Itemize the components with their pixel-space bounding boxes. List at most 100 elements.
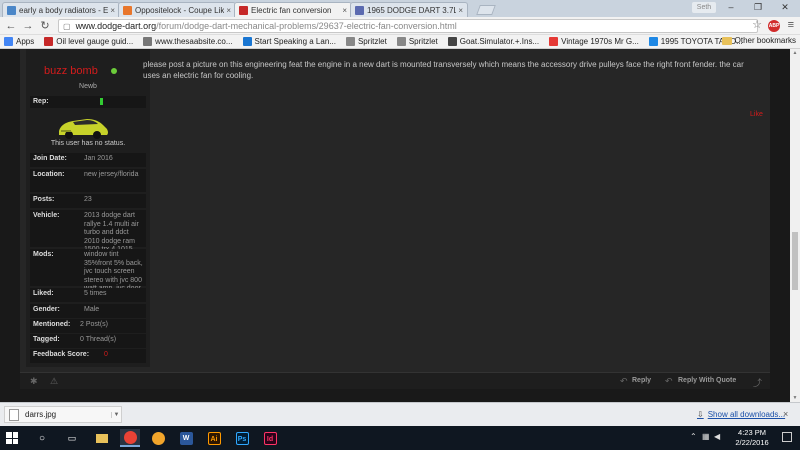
taskbar-clock[interactable]: 4:23 PM 2/22/2016 bbox=[727, 428, 777, 448]
windows-taskbar: ○ ▭ W Ai Ps Id ⌃ ▦ ◀ 4:23 PM 2/22/2016 bbox=[0, 426, 800, 450]
report-icon[interactable]: ⚠ bbox=[50, 376, 58, 387]
new-tab-button[interactable] bbox=[476, 5, 496, 15]
show-all-downloads-link[interactable]: ⇩ Show all downloads... bbox=[697, 410, 785, 419]
bookmark-label: Apps bbox=[16, 37, 35, 46]
forum-page: buzz bomb Newb Rep: This user has no sta… bbox=[0, 49, 790, 402]
close-window-button[interactable]: ✕ bbox=[771, 0, 799, 14]
info-value: 5 times bbox=[84, 290, 107, 297]
taskbar-app-word[interactable]: W bbox=[176, 429, 196, 447]
info-label: Location: bbox=[33, 171, 65, 178]
bookmark-spritzlet-1[interactable]: Spritzlet bbox=[345, 37, 387, 46]
tab-favicon bbox=[239, 5, 248, 15]
scroll-up-icon[interactable]: ▲ bbox=[790, 49, 800, 57]
reputation-label: Rep: bbox=[33, 98, 49, 105]
download-filename: darrs.jpg bbox=[25, 410, 57, 419]
user-avatar[interactable] bbox=[53, 111, 111, 141]
search-icon: ○ bbox=[38, 432, 46, 444]
url-bar[interactable]: ▢ www.dodge-dart.org /forum/dodge-dart-m… bbox=[58, 19, 758, 33]
info-vehicle: Vehicle: 2013 dodge dart rallye 1.4 mult… bbox=[30, 210, 146, 262]
arrow-left-icon: ← bbox=[5, 20, 17, 32]
reply-with-quote-button[interactable]: Reply With Quote bbox=[678, 377, 736, 384]
tab-close-icon[interactable]: × bbox=[226, 6, 231, 15]
post-footer: ✱ ⚠ ↶ Reply ↶ Reply With Quote ⤴ bbox=[20, 372, 770, 389]
reload-icon: ↻ bbox=[40, 20, 50, 32]
bookmark-label: Vintage 1970s Mr G... bbox=[561, 37, 639, 46]
restore-button[interactable]: ❐ bbox=[744, 0, 772, 14]
taskbar-app-photoshop[interactable]: Ps bbox=[232, 429, 252, 447]
info-liked: Liked: 5 times bbox=[30, 288, 146, 302]
adblock-extension-icon[interactable]: ABP bbox=[768, 20, 780, 32]
minimize-button[interactable]: – bbox=[717, 0, 745, 14]
explorer-button[interactable] bbox=[92, 429, 112, 447]
bookmark-goat-simulator[interactable]: Goat.Simulator.+.Ins... bbox=[447, 37, 539, 46]
search-button[interactable]: ○ bbox=[32, 429, 52, 447]
like-link[interactable]: Like bbox=[750, 111, 763, 118]
forum-post: buzz bomb Newb Rep: This user has no sta… bbox=[20, 49, 770, 389]
page-info-icon[interactable]: ▢ bbox=[63, 22, 71, 31]
taskbar-app-illustrator[interactable]: Ai bbox=[204, 429, 224, 447]
tab-1965-dodge-dart[interactable]: 1965 DODGE DART 3.7L 2 × bbox=[350, 2, 468, 17]
folder-icon bbox=[96, 433, 108, 443]
reload-button[interactable]: ↻ bbox=[38, 19, 52, 33]
indesign-icon: Id bbox=[263, 431, 277, 445]
tab-close-icon[interactable]: × bbox=[458, 6, 463, 15]
taskbar-app-photos[interactable] bbox=[148, 429, 168, 447]
bookmark-star-icon[interactable]: ☆ bbox=[752, 18, 762, 31]
volume-icon[interactable]: ◀ bbox=[714, 432, 720, 441]
info-value[interactable]: 0 bbox=[104, 351, 164, 360]
network-icon[interactable]: ▦ bbox=[702, 432, 710, 441]
bookmark-favicon bbox=[143, 37, 153, 46]
bookmark-spritzlet-2[interactable]: Spritzlet bbox=[396, 37, 438, 46]
back-button[interactable]: ← bbox=[4, 19, 18, 33]
taskbar-app-chrome[interactable] bbox=[120, 429, 140, 447]
browser-menu-icon[interactable]: ≡ bbox=[788, 19, 794, 31]
reply-button[interactable]: Reply bbox=[632, 377, 651, 384]
photoshop-icon: Ps bbox=[235, 431, 249, 445]
task-view-button[interactable]: ▭ bbox=[62, 429, 82, 447]
profile-button[interactable]: Seth bbox=[692, 2, 716, 13]
bookmark-vintage-1970s[interactable]: Vintage 1970s Mr G... bbox=[549, 37, 639, 46]
bookmark-favicon bbox=[44, 37, 54, 46]
chevron-up-icon[interactable]: ⌃ bbox=[690, 432, 697, 441]
tab-early-a-body[interactable]: early a body radiators - Ea × bbox=[2, 2, 120, 17]
scrollbar-thumb[interactable] bbox=[792, 232, 798, 290]
page-scrollbar[interactable] bbox=[790, 49, 800, 402]
tab-close-icon[interactable]: × bbox=[110, 6, 115, 15]
tab-electric-fan[interactable]: Electric fan conversion × bbox=[234, 2, 352, 17]
bookmark-apps[interactable]: Apps bbox=[4, 37, 34, 46]
post-username[interactable]: buzz bomb bbox=[44, 65, 98, 77]
chevron-down-icon[interactable]: ▼ bbox=[111, 411, 121, 418]
close-download-shelf-button[interactable]: × bbox=[783, 409, 788, 419]
illustrator-icon: Ai bbox=[207, 431, 221, 445]
info-value: Male bbox=[84, 306, 100, 313]
action-center-icon[interactable] bbox=[782, 432, 792, 442]
info-label: Posts: bbox=[33, 196, 55, 203]
settings-icon[interactable]: ✱ bbox=[30, 376, 38, 387]
info-label: Mods: bbox=[33, 251, 54, 258]
taskbar-app-indesign[interactable]: Id bbox=[260, 429, 280, 447]
other-bookmarks[interactable]: Other bookmarks bbox=[721, 36, 796, 45]
info-mods: Mods: window tint 35%front 5% back, jvc … bbox=[30, 249, 146, 301]
tab-close-icon[interactable]: × bbox=[342, 6, 347, 15]
bookmark-oil-level[interactable]: Oil level gauge guid... bbox=[44, 37, 133, 46]
scroll-down-icon[interactable]: ▼ bbox=[790, 394, 800, 402]
user-info-pane: buzz bomb Newb Rep: This user has no sta… bbox=[26, 49, 150, 367]
tab-oppositelock[interactable]: Oppositelock - Coupe Like × bbox=[118, 2, 236, 17]
bookmark-start-speaking[interactable]: Start Speaking a Lan... bbox=[242, 37, 336, 46]
multi-quote-icon[interactable]: ⤴ bbox=[753, 376, 762, 389]
bookmarks-bar: Apps Oil level gauge guid... www.thesaab… bbox=[0, 35, 800, 49]
download-item[interactable]: darrs.jpg ▼ bbox=[4, 406, 122, 423]
image-file-icon bbox=[9, 408, 19, 421]
info-value[interactable]: 0 Thread(s) bbox=[80, 336, 140, 345]
info-mentioned: Mentioned: 2 Post(s) bbox=[30, 319, 146, 333]
bookmark-saabsite[interactable]: www.thesaabsite.co... bbox=[143, 37, 233, 46]
info-gender: Gender: Male bbox=[30, 304, 146, 318]
windows-start-icon[interactable] bbox=[6, 432, 18, 444]
info-label: Liked: bbox=[33, 290, 54, 297]
bookmark-label: Spritzlet bbox=[408, 37, 438, 46]
tab-title: early a body radiators - Ea bbox=[19, 5, 109, 15]
forward-button[interactable]: → bbox=[21, 19, 35, 33]
bookmark-label: www.thesaabsite.co... bbox=[155, 37, 233, 46]
info-value[interactable]: 2 Post(s) bbox=[80, 321, 140, 330]
clock-date: 2/22/2016 bbox=[735, 438, 769, 447]
